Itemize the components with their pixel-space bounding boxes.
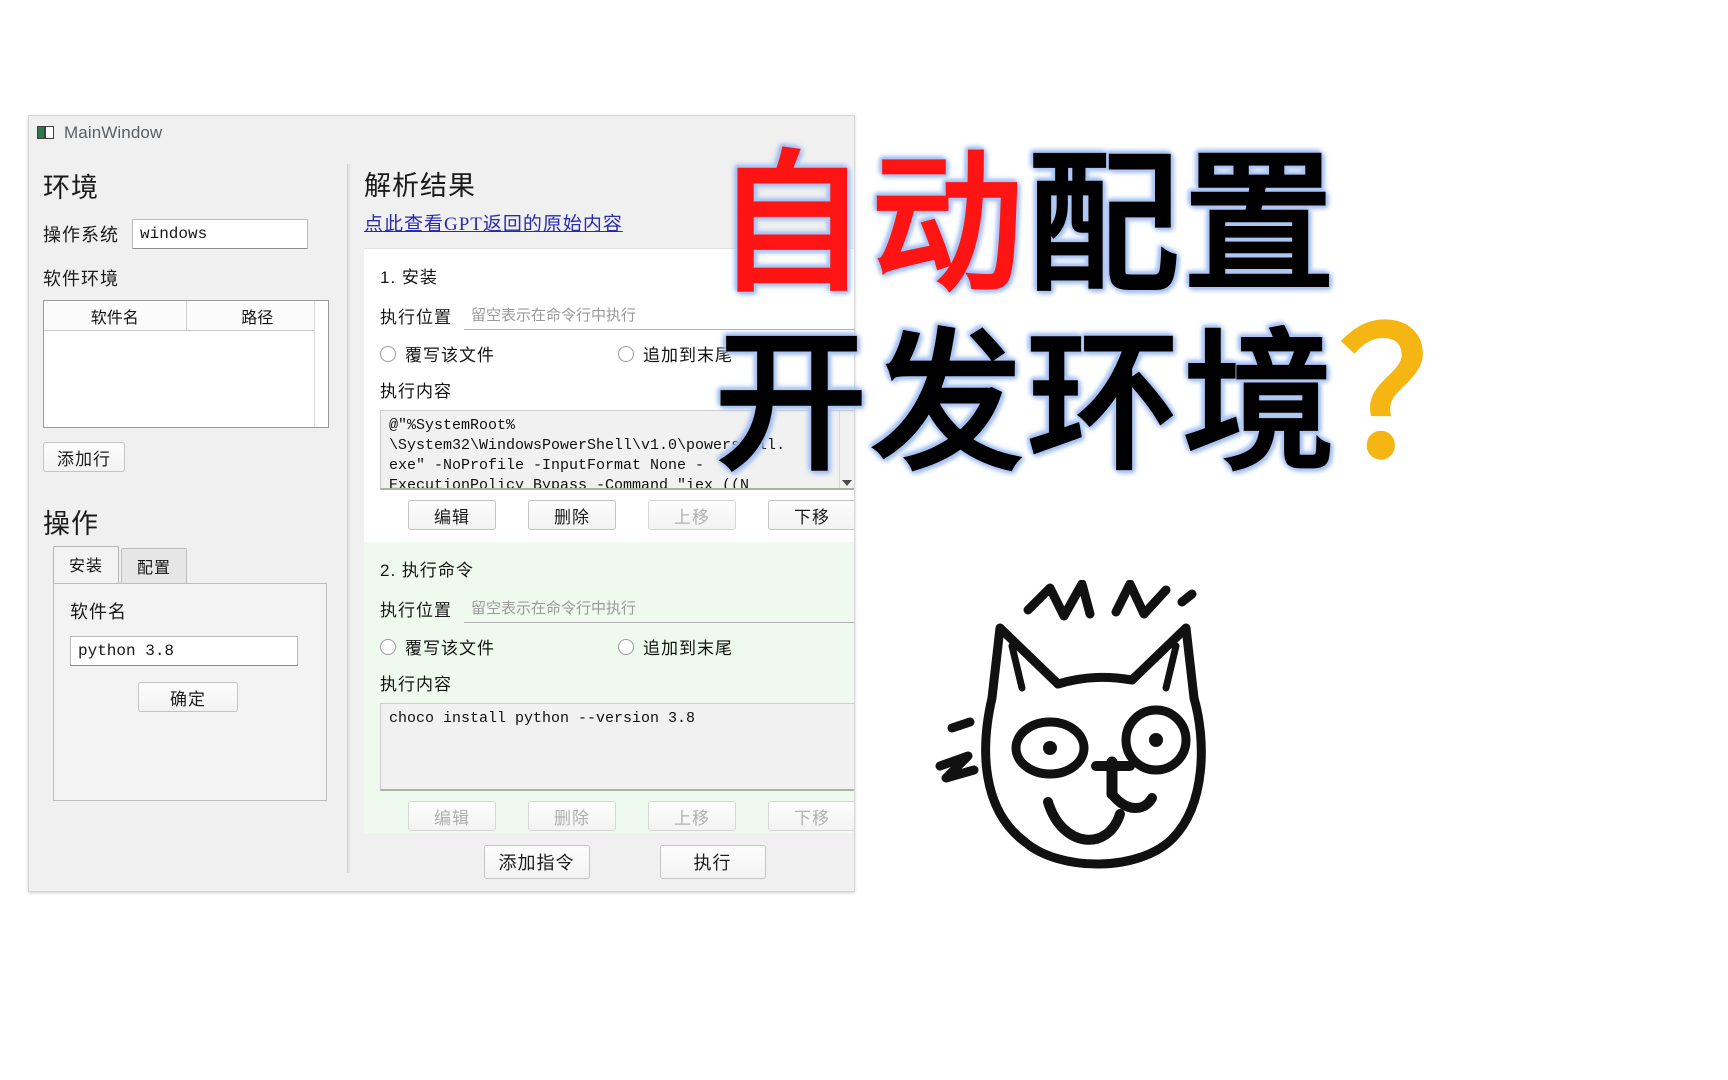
card-1-radio-append[interactable]: 追加到末尾 xyxy=(618,341,854,366)
card-1-move-up-button: 上移 xyxy=(648,500,736,530)
parse-result-title: 解析结果 xyxy=(364,171,476,201)
card-1-content-textarea[interactable]: @"%SystemRoot% \System32\WindowsPowerShe… xyxy=(380,410,854,490)
card-2-move-up-button[interactable]: 上移 xyxy=(648,801,736,831)
add-row-button[interactable]: 添加行 xyxy=(43,442,125,472)
software-env-label: 软件环境 xyxy=(43,269,119,289)
overlay-title-line-1-black: 配置 xyxy=(1027,142,1339,310)
window-titlebar: MainWindow xyxy=(29,116,854,150)
card-2-delete-button[interactable]: 删除 xyxy=(528,801,616,831)
overlay-title: 自动配置 开发环境？ xyxy=(715,140,1715,491)
main-window: MainWindow 环境 操作系统 windows 软件环境 软件名 路径 添… xyxy=(28,115,855,892)
chevron-down-icon[interactable] xyxy=(842,480,852,486)
radio-circle-icon xyxy=(380,638,396,655)
window-body: 环境 操作系统 windows 软件环境 软件名 路径 添加行 操作 安装 配置 xyxy=(29,150,854,891)
card-2-move-down-button: 下移 xyxy=(768,801,854,831)
bottom-button-bar: 添加指令 执行 xyxy=(364,833,854,891)
overlay-question-mark: ？ xyxy=(1339,300,1520,495)
tabbar: 安装 配置 xyxy=(53,546,347,583)
cards-scroll-area: 1. 安装 执行位置 留空表示在命令行中执行 覆写该文件 追加到末尾 执行内容 … xyxy=(364,248,854,833)
card-2-content-text: choco install python --version 3.8 xyxy=(389,710,696,727)
software-env-table[interactable]: 软件名 路径 xyxy=(43,300,329,428)
card-1-delete-button[interactable]: 删除 xyxy=(528,500,616,530)
add-command-button[interactable]: 添加指令 xyxy=(483,845,590,879)
operation-group-title: 操作 xyxy=(43,509,99,539)
confirm-button[interactable]: 确定 xyxy=(138,682,238,712)
card-2-radio-overwrite[interactable]: 覆写该文件 xyxy=(380,634,618,659)
overlay-title-line-1: 自动配置 xyxy=(715,140,1715,312)
card-2-radio-overwrite-label: 覆写该文件 xyxy=(405,639,495,658)
instruction-card-1: 1. 安装 执行位置 留空表示在命令行中执行 覆写该文件 追加到末尾 执行内容 … xyxy=(364,249,854,542)
card-1-move-down-button[interactable]: 下移 xyxy=(768,500,854,530)
card-1-radio-append-label: 追加到末尾 xyxy=(643,346,733,365)
card-1-content-label: 执行内容 xyxy=(380,382,452,401)
left-pane: 环境 操作系统 windows 软件环境 软件名 路径 添加行 操作 安装 配置 xyxy=(29,150,347,891)
view-gpt-raw-link[interactable]: 点此查看GPT返回的原始内容 xyxy=(364,209,854,236)
column-header-path: 路径 xyxy=(241,309,274,327)
column-header-software-name: 软件名 xyxy=(44,301,187,330)
table-header-row: 软件名 路径 xyxy=(44,301,328,331)
card-1-location-input[interactable]: 留空表示在命令行中执行 xyxy=(464,300,854,330)
right-pane: 解析结果 点此查看GPT返回的原始内容 1. 安装 执行位置 留空表示在命令行中… xyxy=(350,150,854,891)
card-2-content-label: 执行内容 xyxy=(380,675,452,694)
cat-doodle-icon xyxy=(930,579,1260,880)
os-row: 操作系统 windows xyxy=(43,219,347,249)
card-1-textarea-scrollbar[interactable] xyxy=(839,411,854,488)
app-window-icon xyxy=(37,125,55,141)
card-1-edit-button[interactable]: 编辑 xyxy=(408,500,496,530)
environment-group-title: 环境 xyxy=(43,173,99,203)
tab-configure[interactable]: 配置 xyxy=(121,548,188,583)
card-2-location-input[interactable]: 留空表示在命令行中执行 xyxy=(464,593,854,623)
card-1-heading: 1. 安装 xyxy=(380,268,438,287)
card-2-edit-button[interactable]: 编辑 xyxy=(408,801,496,831)
card-2-button-row: 编辑 删除 上移 下移 xyxy=(380,801,854,831)
execute-button[interactable]: 执行 xyxy=(659,845,766,879)
radio-circle-icon xyxy=(618,638,634,655)
os-label: 操作系统 xyxy=(43,225,119,245)
cards-viewport: 1. 安装 执行位置 留空表示在命令行中执行 覆写该文件 追加到末尾 执行内容 … xyxy=(364,248,854,833)
card-2-content-textarea[interactable]: choco install python --version 3.8 xyxy=(380,703,854,791)
radio-circle-icon xyxy=(618,345,634,362)
card-2-radio-row: 覆写该文件 追加到末尾 xyxy=(380,634,854,659)
card-2-location-label: 执行位置 xyxy=(380,600,452,620)
card-2-heading: 2. 执行命令 xyxy=(380,561,474,580)
card-1-radio-row: 覆写该文件 追加到末尾 xyxy=(380,341,854,366)
table-vertical-scrollbar[interactable] xyxy=(314,301,328,427)
card-2-radio-append-label: 追加到末尾 xyxy=(643,639,733,658)
tab-panel-install: 软件名 python 3.8 确定 xyxy=(53,583,327,801)
overlay-title-line-2: 开发环境？ xyxy=(715,310,1715,491)
card-2-radio-append[interactable]: 追加到末尾 xyxy=(618,634,854,659)
window-title: MainWindow xyxy=(64,123,163,142)
card-1-location-row: 执行位置 留空表示在命令行中执行 xyxy=(380,300,854,330)
instruction-card-2: 2. 执行命令 执行位置 留空表示在命令行中执行 覆写该文件 追加到末尾 执行内… xyxy=(364,542,854,833)
os-input[interactable]: windows xyxy=(132,219,308,249)
software-name-input[interactable]: python 3.8 xyxy=(70,636,298,666)
card-1-location-label: 执行位置 xyxy=(380,307,452,327)
radio-circle-icon xyxy=(380,345,396,362)
tab-install[interactable]: 安装 xyxy=(53,546,120,583)
card-1-content-text: @"%SystemRoot% \System32\WindowsPowerShe… xyxy=(389,417,786,490)
card-2-location-row: 执行位置 留空表示在命令行中执行 xyxy=(380,593,854,623)
card-1-radio-overwrite[interactable]: 覆写该文件 xyxy=(380,341,618,366)
card-1-button-row: 编辑 删除 上移 下移 xyxy=(380,500,854,530)
software-name-label: 软件名 xyxy=(70,602,127,622)
card-1-radio-overwrite-label: 覆写该文件 xyxy=(405,346,495,365)
